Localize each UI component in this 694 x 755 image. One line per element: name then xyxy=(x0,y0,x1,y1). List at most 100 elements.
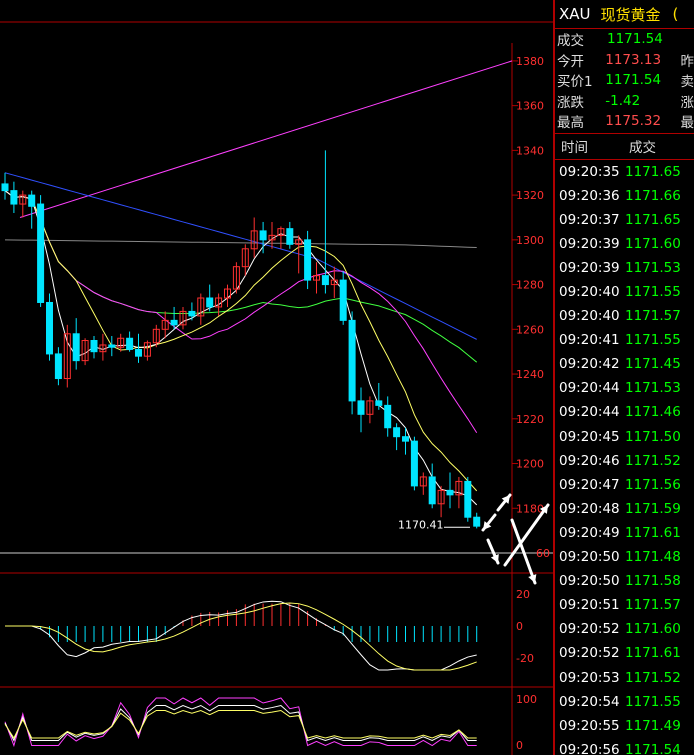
tick-price: 1171.61 xyxy=(625,524,681,541)
price-tick-label: 1180 xyxy=(516,502,544,515)
tick-row: 09:20:47 1171.56 xyxy=(555,473,694,497)
price-tick-label: 1220 xyxy=(516,413,544,426)
candle-body xyxy=(286,228,294,245)
low-price-label: 1170.41 xyxy=(398,519,444,532)
tick-time: 09:20:54 xyxy=(559,693,620,710)
tick-row: 09:20:42 1171.45 xyxy=(555,352,694,376)
candle-body xyxy=(321,275,329,286)
tick-price: 1171.58 xyxy=(625,573,681,590)
candle-body xyxy=(375,400,383,406)
chart-area[interactable]: 1180 1200 1220 1240 1260 1280 1300 1320 1340 1360… xyxy=(0,0,553,755)
tick-price: 1171.59 xyxy=(625,500,681,517)
tick-row: 09:20:40 1171.55 xyxy=(555,280,694,304)
price-tick-label: 1200 xyxy=(516,458,544,471)
tick-time: 09:20:39 xyxy=(559,259,620,276)
candle-body xyxy=(108,344,116,348)
macd-tick-label: 20 xyxy=(516,588,530,601)
ticks-header-price: 成交 xyxy=(629,140,656,156)
tick-time: 09:20:50 xyxy=(559,573,620,590)
price-tick-label: 1260 xyxy=(516,323,544,336)
quote-extra-label: 涨 xyxy=(680,94,694,111)
candle-body xyxy=(384,404,392,429)
tick-time: 09:20:53 xyxy=(559,669,620,686)
tick-price: 1171.49 xyxy=(625,717,681,734)
quote-rows: 成交 1171.54 今开 1173.13 昨买价1 1171.54 卖涨跌 -1.42 涨最高… xyxy=(555,29,694,132)
symbol-code: XAU xyxy=(559,5,591,23)
tick-time: 09:20:48 xyxy=(559,500,620,517)
candle-body xyxy=(473,516,481,527)
tick-time: 09:20:55 xyxy=(559,717,620,734)
tick-price: 1171.45 xyxy=(625,356,681,373)
price-tick-label: 1340 xyxy=(516,144,544,157)
tick-price: 1171.54 xyxy=(625,741,681,755)
candle-body xyxy=(393,427,401,438)
quote-value: 1173.13 xyxy=(605,51,662,68)
tick-time: 09:20:52 xyxy=(559,645,620,662)
tick-time: 09:20:42 xyxy=(559,356,620,373)
tick-time: 09:20:56 xyxy=(559,741,620,755)
tick-time: 09:20:41 xyxy=(559,332,620,349)
kdj-tick-label: 0 xyxy=(516,739,523,752)
tick-row: 09:20:52 1171.60 xyxy=(555,617,694,641)
kdj-tick-label: 100 xyxy=(516,693,537,706)
quote-panel: XAU 现货黄金 ( 成交 1171.54 今开 1173.13 昨买价1 1171.54… xyxy=(553,0,694,755)
candle-body xyxy=(54,353,62,380)
tick-row: 09:20:35 1171.65 xyxy=(555,160,694,184)
candle-body xyxy=(126,337,134,350)
candle-body xyxy=(170,319,178,326)
candle-body xyxy=(428,476,436,505)
tick-row: 09:20:49 1171.61 xyxy=(555,521,694,545)
tick-time: 09:20:52 xyxy=(559,621,620,638)
tick-row: 09:20:55 1171.49 xyxy=(555,714,694,738)
tick-price: 1171.65 xyxy=(625,211,681,228)
tick-time: 09:20:51 xyxy=(559,597,620,614)
price-tick-label: 1300 xyxy=(516,234,544,247)
price-tick-label: 60 xyxy=(536,547,550,560)
tick-list[interactable]: 09:20:35 1171.65 09:20:36 1171.66 09:20:37 11… xyxy=(555,160,694,755)
tick-row: 09:20:46 1171.52 xyxy=(555,449,694,473)
tick-row: 09:20:37 1171.65 xyxy=(555,208,694,232)
tick-row: 09:20:44 1171.53 xyxy=(555,376,694,400)
tick-price: 1171.46 xyxy=(625,404,681,421)
candle-body xyxy=(188,310,196,317)
candle-body xyxy=(206,297,214,308)
tick-row: 09:20:40 1171.57 xyxy=(555,304,694,328)
quote-extra-label: 卖 xyxy=(680,74,694,91)
price-tick-label: 1360 xyxy=(516,100,544,113)
kline-chart[interactable]: 1180 1200 1220 1240 1260 1280 1300 1320 1340 1360… xyxy=(0,0,553,755)
tick-price: 1171.57 xyxy=(625,597,681,614)
candle-body xyxy=(357,400,365,415)
tick-time: 09:20:35 xyxy=(559,163,620,180)
ma120-line xyxy=(4,239,477,249)
tick-time: 09:20:44 xyxy=(559,380,620,397)
tick-price: 1171.52 xyxy=(625,452,681,469)
tick-row: 09:20:56 1171.54 xyxy=(555,738,694,755)
quote-header: XAU 现货黄金 ( xyxy=(555,0,694,29)
tick-row: 09:20:39 1171.60 xyxy=(555,232,694,256)
tick-price: 1171.60 xyxy=(625,235,681,252)
quote-value: -1.42 xyxy=(605,92,641,109)
quote-label: 今开 xyxy=(557,53,584,70)
candle-body xyxy=(135,348,142,357)
tick-time: 09:20:37 xyxy=(559,211,620,228)
quote-row: 买价1 1171.54 卖 xyxy=(555,70,694,91)
candle-body xyxy=(259,230,267,241)
quote-label: 买价1 xyxy=(557,74,593,91)
tick-row: 09:20:50 1171.48 xyxy=(555,545,694,569)
tick-time: 09:20:39 xyxy=(559,235,620,252)
candle-body xyxy=(446,489,454,496)
ticks-header-time: 时间 xyxy=(561,140,588,156)
quote-label: 成交 xyxy=(557,33,584,50)
tick-price: 1171.55 xyxy=(625,693,681,710)
price-tick-label: 1380 xyxy=(516,55,544,68)
quote-value: 1171.54 xyxy=(607,31,663,48)
candle-body xyxy=(37,203,45,303)
candle-body xyxy=(402,436,409,442)
tick-row: 09:20:50 1171.58 xyxy=(555,569,694,593)
tick-row: 09:20:39 1171.53 xyxy=(555,256,694,280)
tick-row: 09:20:54 1171.55 xyxy=(555,690,694,714)
candle-body xyxy=(410,440,418,487)
price-tick-label: 1280 xyxy=(516,279,544,292)
tick-price: 1171.50 xyxy=(625,428,681,445)
candle-body xyxy=(1,183,9,192)
